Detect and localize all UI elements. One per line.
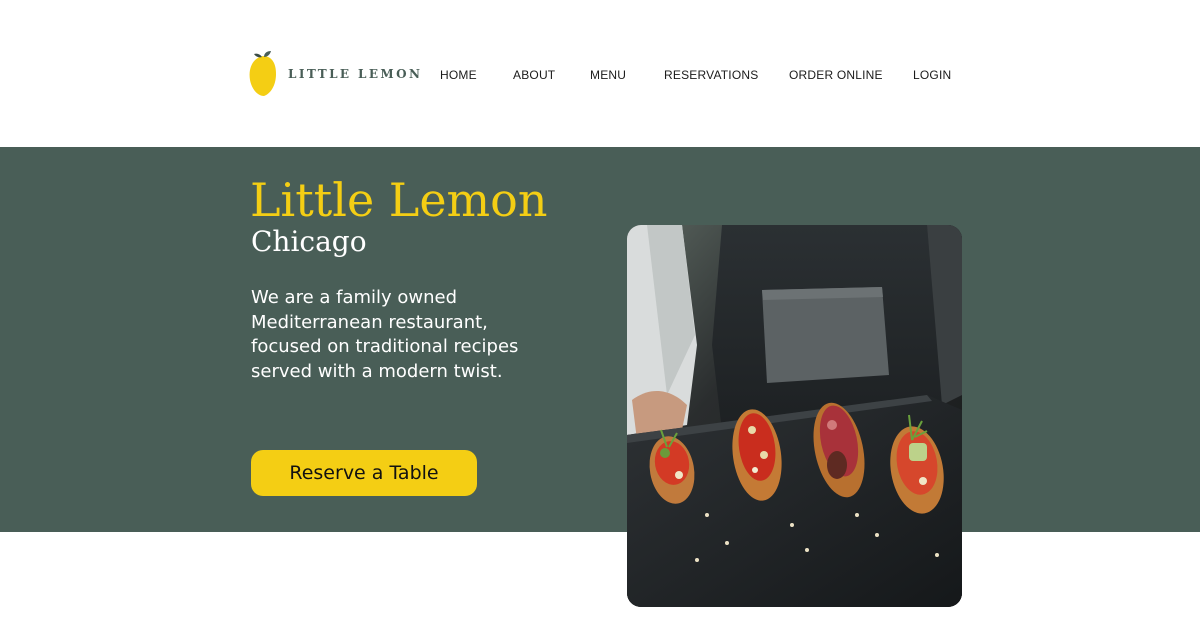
nav-login[interactable]: LOGIN bbox=[913, 68, 951, 82]
hero-description: We are a family owned Mediterranean rest… bbox=[251, 287, 519, 382]
logo-link[interactable]: LITTLE LEMON bbox=[248, 50, 422, 98]
reserve-table-button[interactable]: Reserve a Table bbox=[251, 450, 477, 496]
hero-section: Little Lemon Chicago We are a family own… bbox=[0, 147, 1200, 532]
hero-title: Little Lemon bbox=[250, 173, 548, 227]
page: LITTLE LEMON HOME ABOUT MENU RESERVATION… bbox=[0, 0, 1200, 630]
site-header: LITTLE LEMON HOME ABOUT MENU RESERVATION… bbox=[0, 0, 1200, 147]
nav-about[interactable]: ABOUT bbox=[513, 68, 555, 82]
logo-text: LITTLE LEMON bbox=[288, 67, 423, 81]
nav-menu[interactable]: MENU bbox=[590, 68, 626, 82]
nav-order-online[interactable]: ORDER ONLINE bbox=[789, 68, 883, 82]
nav-reservations[interactable]: RESERVATIONS bbox=[664, 68, 758, 82]
lemon-icon bbox=[248, 50, 278, 98]
nav-home[interactable]: HOME bbox=[440, 68, 477, 82]
hero-subtitle: Chicago bbox=[251, 225, 367, 258]
hero-food-image bbox=[627, 225, 962, 607]
